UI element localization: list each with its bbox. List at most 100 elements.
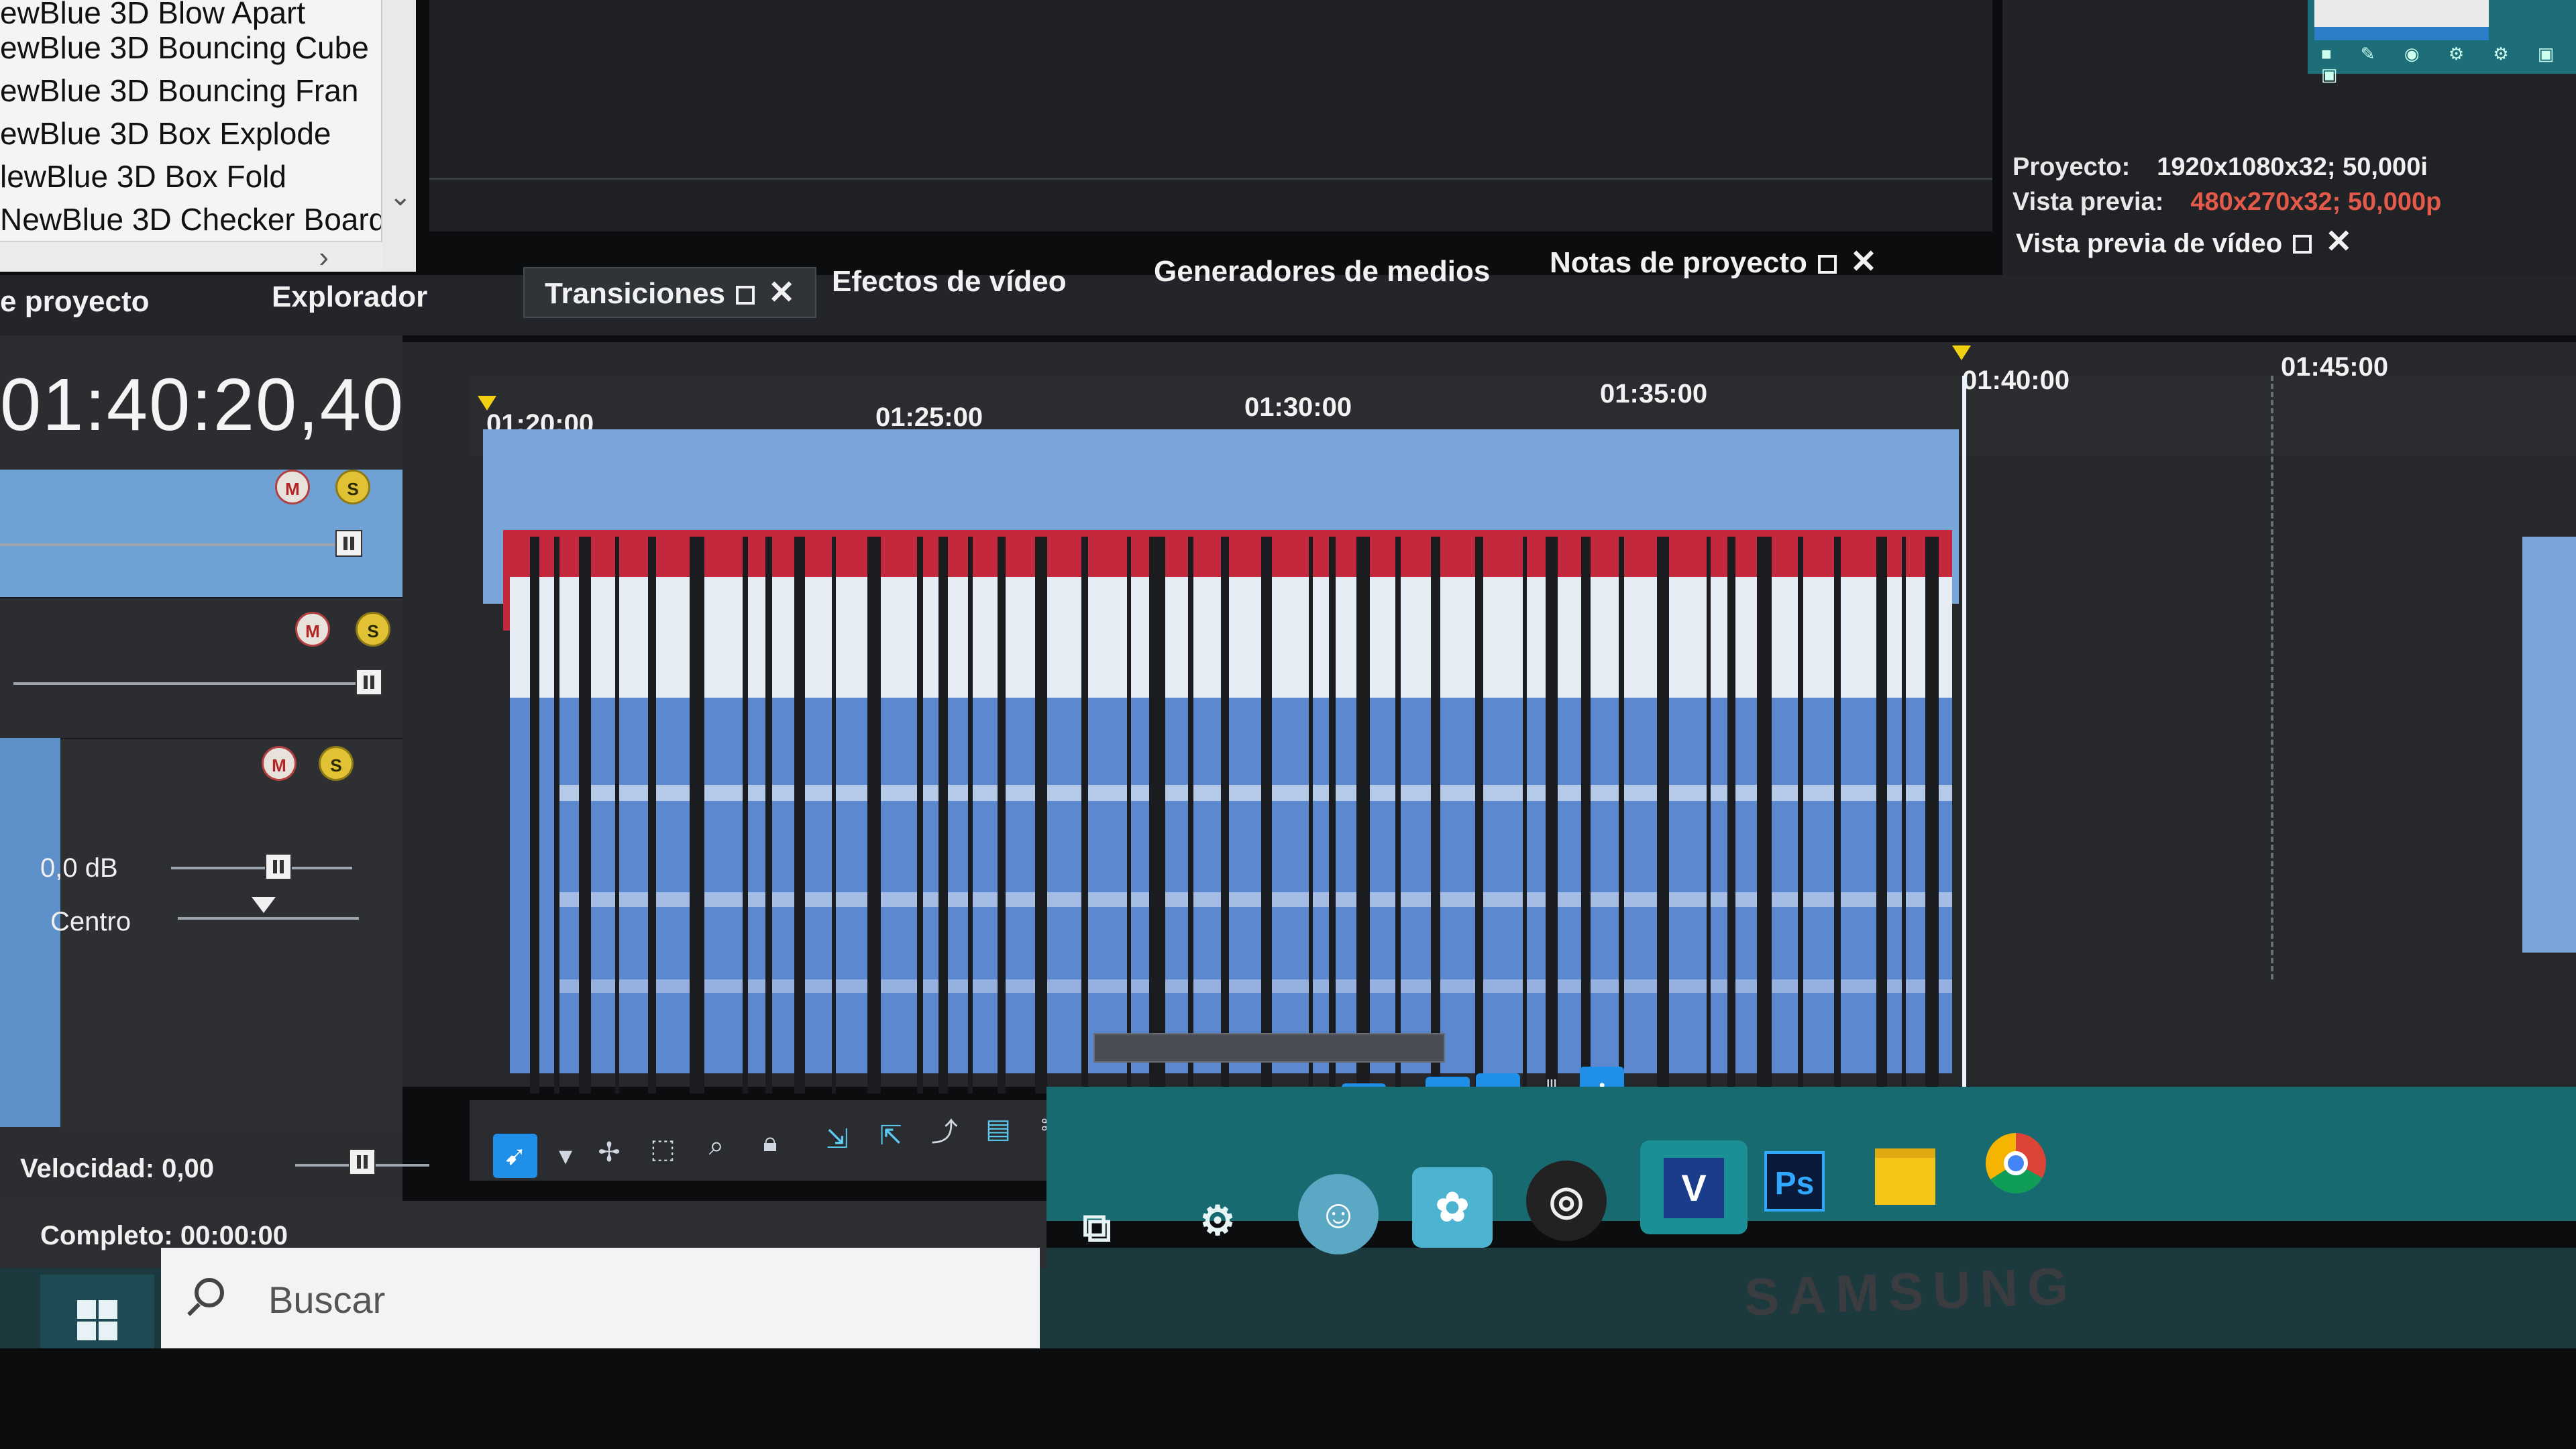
insert-marker-icon[interactable]: ⇲ <box>815 1117 859 1161</box>
tab-media-generators[interactable]: Generadores de medios <box>1154 255 1490 288</box>
photoshop-icon[interactable]: Ps <box>1754 1140 1835 1221</box>
effect-item[interactable]: ewBlue 3D Bouncing Cube <box>0 30 369 66</box>
audio-track-header[interactable]: M S 0,0 dB Centro <box>40 738 402 1128</box>
clip-cut <box>1925 537 1939 1093</box>
volume-slider-thumb[interactable] <box>265 853 292 880</box>
mute-button[interactable]: M <box>262 746 297 781</box>
insert-region-icon[interactable]: ⇱ <box>869 1114 913 1158</box>
windows-icon <box>77 1300 117 1340</box>
ruler-label: 01:40:00 <box>1962 366 2070 395</box>
lock-icon[interactable]: 🔒︎ <box>748 1120 792 1165</box>
avatar-app-icon[interactable]: ☺ <box>1298 1174 1379 1254</box>
preview-frame <box>2314 0 2489 40</box>
solo-button[interactable]: S <box>319 746 354 781</box>
file-explorer-icon[interactable] <box>1865 1134 1945 1214</box>
tab-project-media[interactable]: e proyecto <box>0 285 150 319</box>
mute-button[interactable]: M <box>295 612 330 647</box>
effect-item[interactable]: ewBlue 3D Blow Apart <box>0 0 305 31</box>
tab-video-effects[interactable]: Efectos de vídeo <box>832 265 1067 299</box>
anime-app-icon[interactable]: ✿ <box>1412 1167 1493 1248</box>
chevron-down-icon[interactable]: ▾ <box>543 1134 588 1178</box>
video-track-header[interactable]: M S <box>0 470 402 597</box>
preview-info: Vista previa: 480x270x32; 50,000p <box>2012 188 2441 217</box>
zoom-tool-icon[interactable]: ⌕ <box>694 1124 739 1168</box>
preview-controls[interactable]: ■ ✎ ◉ ⚙ ⚙ ▣ ▣ <box>2321 44 2576 85</box>
video-track-header-2[interactable]: M S <box>0 597 402 739</box>
clip-cut <box>1395 537 1401 1093</box>
ruler-label: 01:35:00 <box>1600 379 1708 409</box>
pan-slider-track[interactable] <box>178 917 359 920</box>
effect-item[interactable]: ewBlue 3D Box Explode <box>0 115 331 152</box>
clip-cut <box>1309 537 1313 1093</box>
divider <box>429 178 1992 180</box>
tab-explorer[interactable]: Explorador <box>272 280 427 314</box>
effect-item[interactable]: NewBlue 3D Checker Board <box>0 201 386 237</box>
undock-icon[interactable] <box>1817 255 1837 274</box>
mute-button[interactable]: M <box>275 470 310 504</box>
task-view-icon[interactable]: ⧉ <box>1057 1187 1137 1268</box>
ruler-label: 01:25:00 <box>875 402 983 432</box>
undock-icon[interactable] <box>736 286 755 305</box>
vertical-scrollbar[interactable]: ⌄ <box>381 0 416 272</box>
preview-screen: ■ ✎ ◉ ⚙ ⚙ ▣ ▣ <box>2308 0 2576 85</box>
playback-rate: Velocidad: 0,00 <box>20 1154 215 1183</box>
clip-cut <box>917 537 923 1093</box>
playhead[interactable] <box>1962 376 1966 1087</box>
pan-slider-thumb[interactable] <box>252 897 276 913</box>
vegas-app-icon[interactable]: V <box>1640 1140 1748 1234</box>
volume-slider-track[interactable] <box>171 867 352 869</box>
rate-slider-thumb[interactable] <box>349 1148 376 1175</box>
clip-cut <box>1707 537 1711 1093</box>
horizontal-scrollbar[interactable]: › <box>0 241 382 274</box>
solo-button[interactable]: S <box>335 470 370 504</box>
tab-label: Generadores de medios <box>1154 255 1491 288</box>
tab-project-notes[interactable]: Notas de proyecto ✕ <box>1550 243 1877 280</box>
tab-label: Explorador <box>272 280 428 313</box>
add-text-icon[interactable]: ▤ <box>976 1107 1020 1151</box>
loop-start-marker[interactable] <box>478 396 496 411</box>
clip-cut <box>743 537 748 1093</box>
clip-cut <box>1727 537 1735 1093</box>
obs-icon[interactable]: ◎ <box>1526 1161 1607 1241</box>
chevron-down-icon[interactable]: ⌄ <box>389 181 412 212</box>
clip-cut <box>648 537 656 1093</box>
auto-ripple-icon[interactable]: ⤴ <box>922 1110 967 1155</box>
project-info: Proyecto: 1920x1080x32; 50,000i <box>2012 153 2428 182</box>
tab-label: Notas de proyecto <box>1550 246 1807 279</box>
chrome-icon[interactable] <box>1976 1120 2056 1201</box>
chevron-right-icon[interactable]: › <box>319 241 329 274</box>
timecode-display[interactable]: 01:40:20,40 <box>0 362 405 447</box>
tab-label: Vista previa de vídeo <box>2016 229 2283 258</box>
audio-event[interactable] <box>510 698 1952 1073</box>
clip-cut <box>1619 537 1624 1093</box>
effect-item[interactable]: lewBlue 3D Box Fold <box>0 158 286 195</box>
effect-item[interactable]: ewBlue 3D Bouncing Fran <box>0 72 358 109</box>
selection-tool-icon[interactable]: ⬚ <box>641 1127 685 1171</box>
clip-cut <box>1035 537 1047 1093</box>
next-event[interactable] <box>2522 537 2576 953</box>
clip-cut <box>1329 537 1336 1093</box>
tab-label: Efectos de vídeo <box>832 265 1067 298</box>
opacity-slider-track[interactable] <box>13 682 369 685</box>
clip-cut <box>1356 537 1370 1093</box>
envelope-tool-icon[interactable]: ✢ <box>587 1130 631 1175</box>
clip-cut <box>1581 537 1591 1093</box>
solo-button[interactable]: S <box>356 612 390 647</box>
close-icon[interactable]: ✕ <box>1850 244 1877 280</box>
clip-cut <box>1834 537 1841 1093</box>
close-icon[interactable]: ✕ <box>768 275 795 311</box>
timeline-scroll-thumb[interactable] <box>1093 1033 1445 1063</box>
tab-transitions[interactable]: Transiciones ✕ <box>523 267 817 318</box>
tab-video-preview[interactable]: Vista previa de vídeo ✕ <box>2016 223 2352 260</box>
playhead-marker[interactable] <box>1952 345 1971 360</box>
opacity-slider-thumb[interactable] <box>356 669 382 696</box>
settings-icon[interactable]: ⚙ <box>1177 1181 1258 1261</box>
clip-cut <box>794 537 805 1093</box>
normal-edit-tool-icon[interactable]: ➹ <box>493 1134 537 1178</box>
effects-list[interactable]: ewBlue 3D Blow Apart ewBlue 3D Bouncing … <box>0 0 416 274</box>
opacity-slider-track[interactable] <box>0 543 349 546</box>
undock-icon[interactable] <box>2293 235 2312 254</box>
opacity-slider-thumb[interactable] <box>335 530 362 557</box>
close-icon[interactable]: ✕ <box>2325 224 2352 260</box>
clip-cut <box>1902 537 1906 1093</box>
